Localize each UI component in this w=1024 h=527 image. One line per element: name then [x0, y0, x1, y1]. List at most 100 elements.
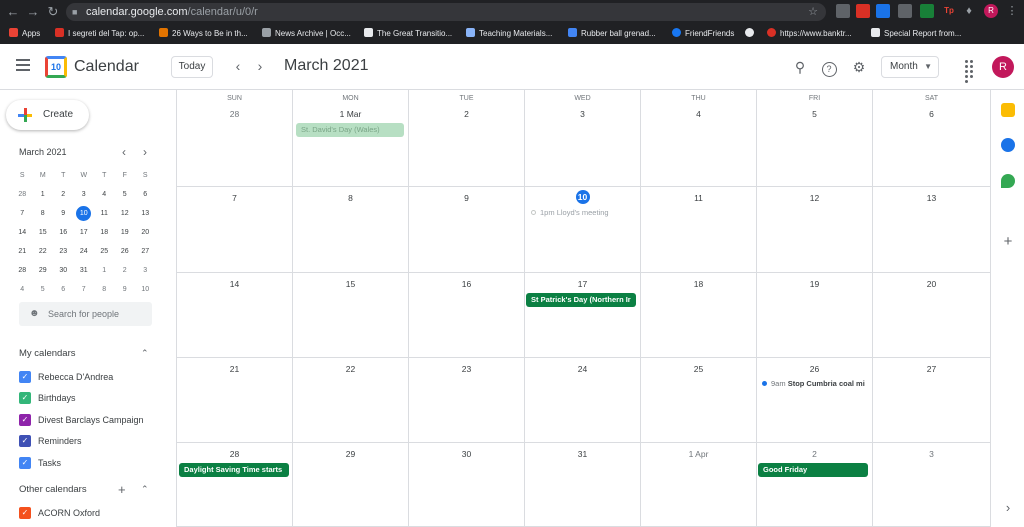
day-number[interactable]: 2: [757, 449, 872, 459]
day-cell[interactable]: SUN 28: [177, 90, 293, 187]
mini-day[interactable]: 29: [33, 261, 54, 280]
day-cell[interactable]: 16: [409, 273, 525, 358]
star-icon[interactable]: ☆: [808, 3, 818, 21]
day-cell[interactable]: 25: [641, 358, 757, 443]
search-icon[interactable]: ⚲: [791, 58, 809, 76]
mini-day[interactable]: 7: [74, 280, 95, 299]
bookmark-item[interactable]: Rubber ball grenad...: [568, 27, 656, 41]
day-number-today[interactable]: 10: [525, 190, 640, 204]
mini-next-icon[interactable]: ›: [143, 145, 147, 159]
mini-day[interactable]: 9: [115, 280, 136, 299]
mini-day[interactable]: 27: [135, 242, 156, 261]
mini-day[interactable]: 2: [115, 261, 136, 280]
day-cell[interactable]: 13: [873, 187, 991, 273]
chevron-up-icon[interactable]: ⌃: [141, 484, 149, 495]
mini-day[interactable]: 1: [33, 185, 54, 204]
day-cell[interactable]: 12: [757, 187, 873, 273]
day-number[interactable]: 6: [873, 109, 990, 119]
day-cell[interactable]: 11: [641, 187, 757, 273]
day-cell[interactable]: 17 St Patrick's Day (Northern Ir: [525, 273, 641, 358]
main-menu-icon[interactable]: [16, 59, 30, 73]
forward-icon[interactable]: →: [24, 3, 42, 21]
day-cell[interactable]: 28 Daylight Saving Time starts: [177, 443, 293, 527]
day-number[interactable]: 4: [641, 109, 756, 119]
mini-day-today[interactable]: 10: [74, 204, 95, 223]
mini-day[interactable]: 2: [53, 185, 74, 204]
mini-day[interactable]: 13: [135, 204, 156, 223]
day-number[interactable]: 24: [525, 364, 640, 374]
address-bar[interactable]: ■ calendar.google.com/calendar/u/0/r ☆: [66, 3, 826, 21]
other-calendars-header[interactable]: Other calendars: [19, 484, 87, 495]
checkbox-checked-icon[interactable]: ✓: [19, 371, 31, 383]
calendar-item[interactable]: ✓ Divest Barclays Campaign: [19, 413, 144, 427]
day-cell[interactable]: THU 4: [641, 90, 757, 187]
next-month-icon[interactable]: ›: [252, 58, 268, 74]
bookmark-item[interactable]: News Archive | Occ...: [262, 27, 351, 41]
extension-icon[interactable]: [876, 4, 890, 18]
day-number[interactable]: 11: [641, 193, 756, 203]
expand-panel-icon[interactable]: ›: [991, 500, 1024, 515]
mini-day[interactable]: 5: [115, 185, 136, 204]
mini-day[interactable]: 12: [115, 204, 136, 223]
bookmark-item[interactable]: FriendFriends: [672, 27, 734, 41]
calendar-item[interactable]: ✓ Tasks: [19, 456, 61, 470]
bookmark-item[interactable]: Special Report from...: [871, 27, 961, 41]
back-icon[interactable]: ←: [4, 3, 22, 21]
day-number[interactable]: 22: [293, 364, 408, 374]
mini-day[interactable]: 10: [135, 280, 156, 299]
mini-day[interactable]: 15: [33, 223, 54, 242]
mini-day[interactable]: 23: [53, 242, 74, 261]
account-avatar[interactable]: R: [992, 56, 1014, 78]
day-number[interactable]: 19: [757, 279, 872, 289]
bookmark-item[interactable]: 26 Ways to Be in th...: [159, 27, 248, 41]
mini-day[interactable]: 28: [12, 185, 33, 204]
day-cell[interactable]: 30: [409, 443, 525, 527]
mini-prev-icon[interactable]: ‹: [122, 145, 126, 159]
calendar-item[interactable]: ✓ ACORN Oxford: [19, 506, 100, 520]
help-icon[interactable]: ?: [820, 58, 838, 77]
mini-day[interactable]: 7: [12, 204, 33, 223]
day-number[interactable]: 25: [641, 364, 756, 374]
mini-day[interactable]: 4: [12, 280, 33, 299]
day-number[interactable]: 13: [873, 193, 990, 203]
reload-icon[interactable]: ↻: [44, 3, 62, 21]
event-chip[interactable]: Good Friday: [758, 463, 868, 477]
day-number[interactable]: 26: [757, 364, 872, 374]
bookmark-item[interactable]: [745, 27, 758, 41]
day-number[interactable]: 30: [409, 449, 524, 459]
day-cell[interactable]: 1 Apr: [641, 443, 757, 527]
event-chip[interactable]: Daylight Saving Time starts: [179, 463, 289, 477]
day-cell[interactable]: 14: [177, 273, 293, 358]
kebab-menu-icon[interactable]: ⋮: [1005, 4, 1019, 18]
keep-icon[interactable]: [1001, 103, 1015, 117]
day-cell[interactable]: 19: [757, 273, 873, 358]
day-number[interactable]: 5: [757, 109, 872, 119]
mini-day[interactable]: 17: [74, 223, 95, 242]
mini-day[interactable]: 8: [94, 280, 115, 299]
create-button[interactable]: Create: [6, 100, 89, 130]
mini-day[interactable]: 31: [74, 261, 95, 280]
day-number[interactable]: 12: [757, 193, 872, 203]
mini-day[interactable]: 16: [53, 223, 74, 242]
extension-icon[interactable]: [898, 4, 912, 18]
mini-day[interactable]: 8: [33, 204, 54, 223]
mini-day[interactable]: 24: [74, 242, 95, 261]
checkbox-checked-icon[interactable]: ✓: [19, 435, 31, 447]
extension-icon[interactable]: [856, 4, 870, 18]
day-number[interactable]: 27: [873, 364, 990, 374]
previous-month-icon[interactable]: ‹: [230, 58, 246, 74]
mini-day[interactable]: 28: [12, 261, 33, 280]
mini-day[interactable]: 4: [94, 185, 115, 204]
mini-day[interactable]: 30: [53, 261, 74, 280]
day-cell[interactable]: 23: [409, 358, 525, 443]
day-number[interactable]: 29: [293, 449, 408, 459]
day-cell[interactable]: 20: [873, 273, 991, 358]
checkbox-checked-icon[interactable]: ✓: [19, 392, 31, 404]
event-timed[interactable]: 9am Stop Cumbria coal mi: [762, 378, 872, 390]
profile-avatar[interactable]: R: [984, 4, 998, 18]
event-timed[interactable]: 1pm Lloyd's meeting: [531, 207, 639, 219]
tasks-icon[interactable]: [1001, 138, 1015, 152]
calendar-item[interactable]: ✓ Rebecca D'Andrea: [19, 370, 113, 384]
day-cell[interactable]: 7: [177, 187, 293, 273]
day-cell[interactable]: 22: [293, 358, 409, 443]
